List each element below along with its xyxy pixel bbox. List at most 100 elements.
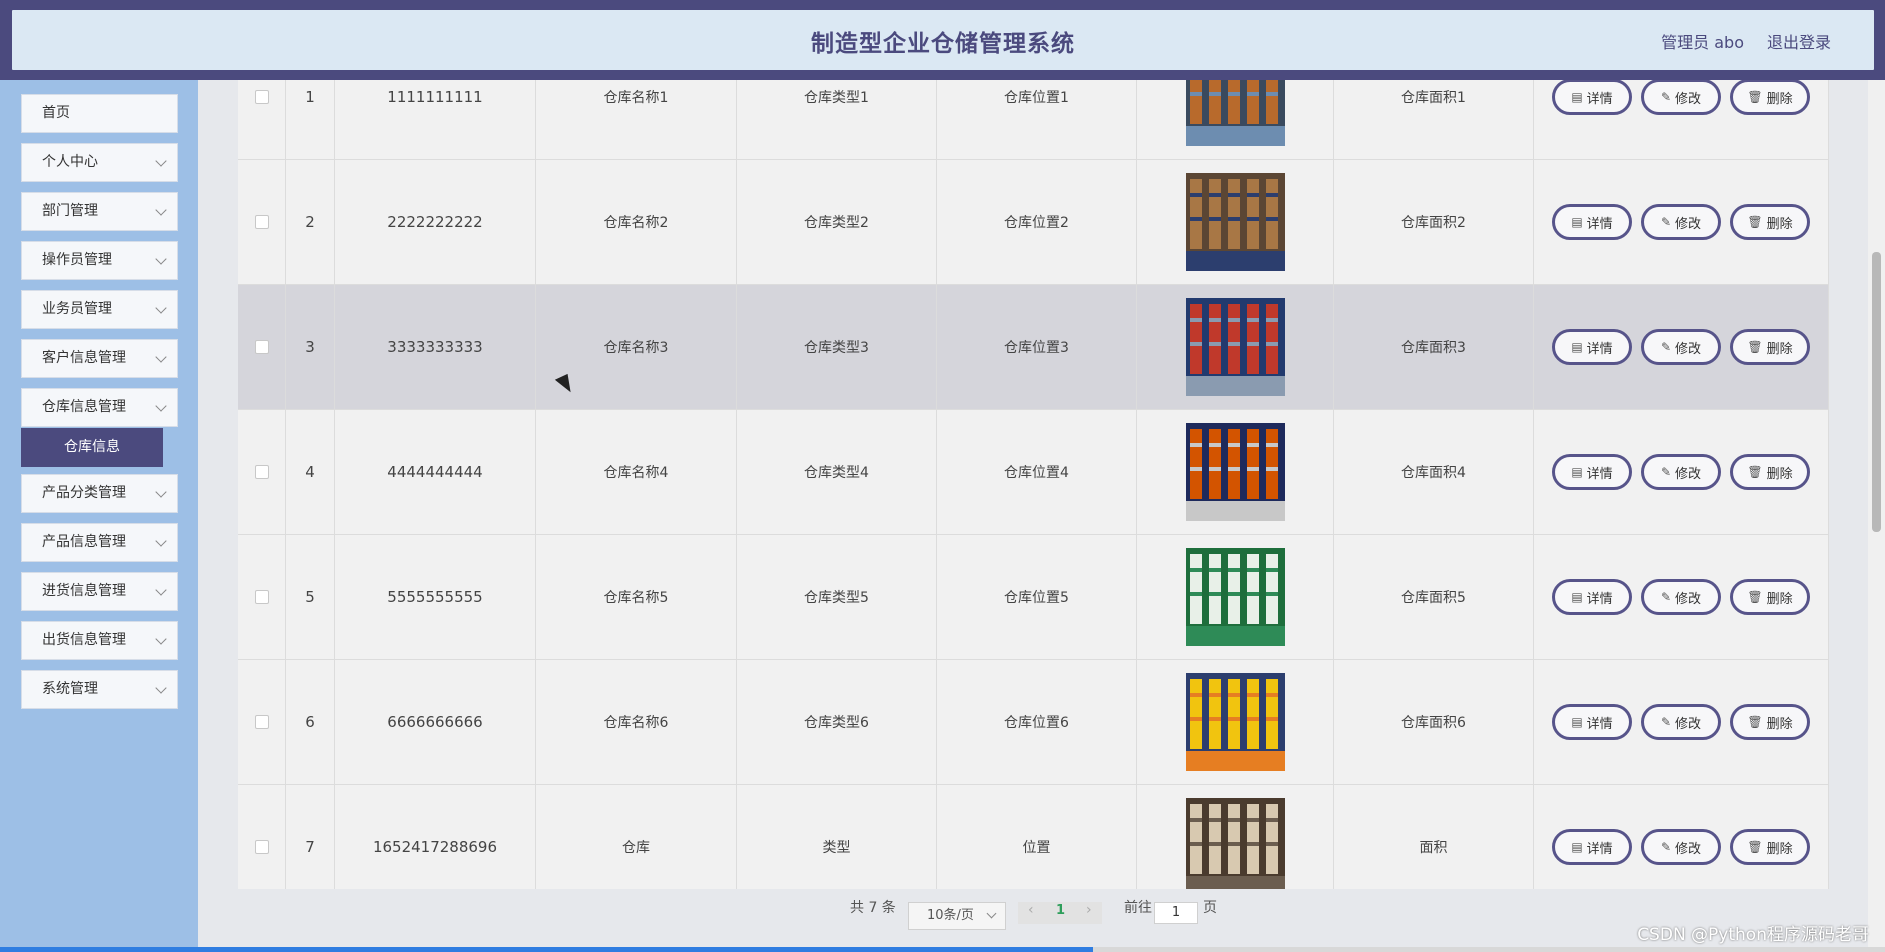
- detail-button[interactable]: ▤ 详情: [1552, 329, 1632, 365]
- pencil-icon: ✎: [1660, 465, 1672, 479]
- page-size-select[interactable]: 10条/页: [908, 902, 1006, 930]
- warehouse-image: [1185, 798, 1285, 889]
- vertical-scrollbar[interactable]: [1868, 80, 1885, 952]
- cell-name: 仓库名称1: [536, 80, 737, 159]
- row-checkbox[interactable]: [254, 465, 269, 479]
- edit-button[interactable]: ✎ 修改: [1641, 454, 1721, 490]
- table-row: 7 1652417288696 仓库 类型 位置 面积 ▤ 详情 ✎ 修改 🗑 删除: [238, 785, 1829, 889]
- sidebar-subitem-active[interactable]: 仓库信息: [21, 428, 163, 467]
- scrollbar-thumb[interactable]: [1872, 252, 1881, 532]
- sidebar-item-label: 系统管理: [42, 681, 98, 697]
- sidebar-item-label: 操作员管理: [42, 252, 112, 268]
- cell-type: 仓库类型1: [737, 80, 937, 159]
- cell-location: 仓库位置5: [937, 535, 1137, 659]
- video-progress-bar[interactable]: [0, 947, 1885, 952]
- detail-button-label: 详情: [1586, 91, 1613, 107]
- delete-button-label: 删除: [1766, 466, 1793, 482]
- row-checkbox[interactable]: [254, 215, 269, 229]
- sidebar-item[interactable]: 首页: [21, 94, 178, 133]
- delete-button[interactable]: 🗑 删除: [1730, 204, 1810, 240]
- warehouse-image: [1185, 673, 1285, 771]
- next-page-icon[interactable]: ›: [1086, 902, 1092, 918]
- detail-button[interactable]: ▤ 详情: [1552, 454, 1632, 490]
- cell-type: 仓库类型3: [737, 285, 937, 409]
- sidebar-item[interactable]: 客户信息管理: [21, 339, 178, 378]
- sidebar-item[interactable]: 产品信息管理: [21, 523, 178, 562]
- row-checkbox[interactable]: [254, 715, 269, 729]
- detail-button[interactable]: ▤ 详情: [1552, 579, 1632, 615]
- chevron-down-icon: [155, 253, 167, 265]
- delete-button[interactable]: 🗑 删除: [1730, 704, 1810, 740]
- page-nav: ‹ 1 ›: [1018, 902, 1102, 924]
- chevron-down-icon: [155, 584, 167, 596]
- cell-name: 仓库名称6: [536, 660, 737, 784]
- sidebar-item-label: 业务员管理: [42, 301, 112, 317]
- warehouse-image: [1185, 548, 1285, 646]
- edit-button[interactable]: ✎ 修改: [1641, 829, 1721, 865]
- sidebar-item[interactable]: 个人中心: [21, 143, 178, 182]
- sidebar-item[interactable]: 操作员管理: [21, 241, 178, 280]
- document-icon: ▤: [1571, 465, 1583, 479]
- delete-button[interactable]: 🗑 删除: [1730, 579, 1810, 615]
- detail-button[interactable]: ▤ 详情: [1552, 829, 1632, 865]
- chevron-down-icon: [155, 535, 167, 547]
- cell-type: 仓库类型6: [737, 660, 937, 784]
- cell-area: 仓库面积3: [1334, 285, 1534, 409]
- cell-location: 仓库位置4: [937, 410, 1137, 534]
- trash-icon: 🗑: [1747, 340, 1763, 354]
- edit-button[interactable]: ✎ 修改: [1641, 204, 1721, 240]
- cell-idx: 6: [286, 660, 335, 784]
- cell-code: 6666666666: [335, 660, 536, 784]
- edit-button-label: 修改: [1675, 216, 1702, 232]
- warehouse-image: [1185, 173, 1285, 271]
- delete-button[interactable]: 🗑 删除: [1730, 454, 1810, 490]
- edit-button[interactable]: ✎ 修改: [1641, 704, 1721, 740]
- delete-button[interactable]: 🗑 删除: [1730, 80, 1810, 115]
- detail-button[interactable]: ▤ 详情: [1552, 204, 1632, 240]
- sidebar-item[interactable]: 产品分类管理: [21, 474, 178, 513]
- warehouse-image: [1185, 298, 1285, 396]
- pencil-icon: ✎: [1660, 715, 1672, 729]
- cell-code: 5555555555: [335, 535, 536, 659]
- sidebar-item[interactable]: 系统管理: [21, 670, 178, 709]
- row-checkbox[interactable]: [254, 840, 269, 854]
- edit-button[interactable]: ✎ 修改: [1641, 579, 1721, 615]
- cell-idx: 2: [286, 160, 335, 284]
- page-number-current[interactable]: 1: [1056, 903, 1065, 918]
- cell-idx: 1: [286, 80, 335, 159]
- chevron-down-icon: [155, 400, 167, 412]
- document-icon: ▤: [1571, 215, 1583, 229]
- warehouse-table: 1 1111111111 仓库名称1 仓库类型1 仓库位置1 仓库面积1 ▤ 详情 ✎ 修改 🗑 删除…: [238, 80, 1829, 889]
- cell-idx: 5: [286, 535, 335, 659]
- detail-button-label: 详情: [1586, 341, 1613, 357]
- detail-button[interactable]: ▤ 详情: [1552, 80, 1632, 115]
- goto-page-input[interactable]: 1: [1154, 902, 1198, 924]
- sidebar-item-label: 产品分类管理: [42, 485, 126, 501]
- cell-location: 仓库位置3: [937, 285, 1137, 409]
- sidebar-item[interactable]: 仓库信息管理: [21, 388, 178, 427]
- cell-type: 仓库类型4: [737, 410, 937, 534]
- delete-button-label: 删除: [1766, 216, 1793, 232]
- sidebar-item[interactable]: 部门管理: [21, 192, 178, 231]
- edit-button-label: 修改: [1675, 591, 1702, 607]
- trash-icon: 🗑: [1747, 215, 1763, 229]
- edit-button[interactable]: ✎ 修改: [1641, 80, 1721, 115]
- delete-button[interactable]: 🗑 删除: [1730, 329, 1810, 365]
- main-content: 1 1111111111 仓库名称1 仓库类型1 仓库位置1 仓库面积1 ▤ 详情 ✎ 修改 🗑 删除…: [198, 80, 1868, 952]
- cell-code: 3333333333: [335, 285, 536, 409]
- prev-page-icon[interactable]: ‹: [1028, 902, 1034, 918]
- sidebar-item[interactable]: 业务员管理: [21, 290, 178, 329]
- sidebar-item[interactable]: 出货信息管理: [21, 621, 178, 660]
- sidebar-item[interactable]: 进货信息管理: [21, 572, 178, 611]
- row-checkbox[interactable]: [254, 340, 269, 354]
- detail-button[interactable]: ▤ 详情: [1552, 704, 1632, 740]
- cell-idx: 4: [286, 410, 335, 534]
- cell-idx: 7: [286, 785, 335, 889]
- row-checkbox[interactable]: [254, 590, 269, 604]
- sidebar-item-label: 出货信息管理: [42, 632, 126, 648]
- edit-button[interactable]: ✎ 修改: [1641, 329, 1721, 365]
- cell-code: 1111111111: [335, 80, 536, 159]
- logout-link[interactable]: 退出登录: [1767, 29, 1831, 53]
- row-checkbox[interactable]: [254, 90, 269, 104]
- delete-button[interactable]: 🗑 删除: [1730, 829, 1810, 865]
